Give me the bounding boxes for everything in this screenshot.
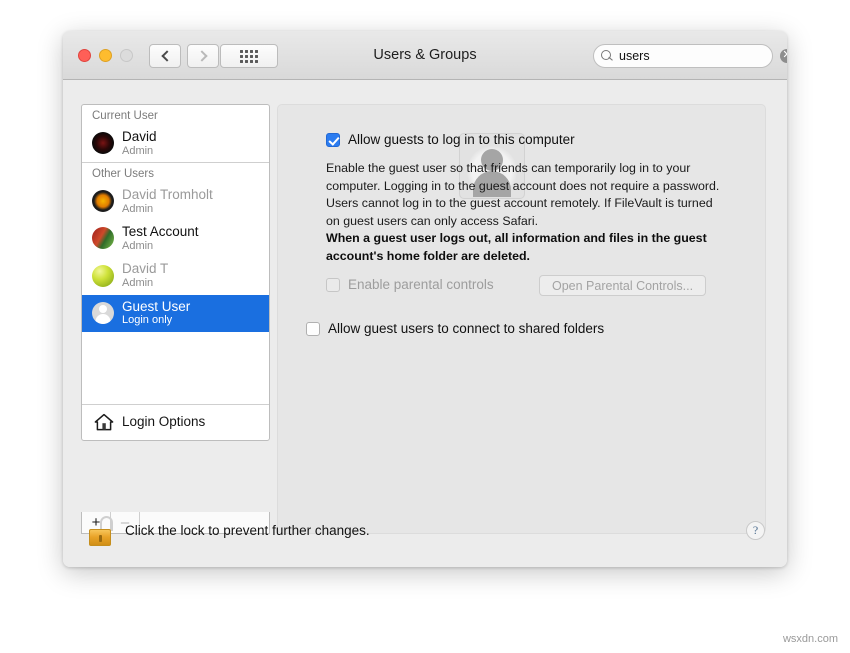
user-info: Test Account Admin: [122, 224, 199, 252]
search-field[interactable]: ✕: [593, 44, 787, 68]
enable-parental-controls-checkbox: [326, 278, 340, 292]
watermark: wsxdn.com: [782, 633, 838, 645]
sidebar-item-login-options[interactable]: Login Options: [82, 405, 269, 440]
guest-user-settings-pane: Allow guests to log in to this computer …: [277, 104, 766, 534]
other-users-header: Other Users: [92, 168, 154, 181]
green-ball-avatar: [92, 264, 114, 287]
list-item-current-user[interactable]: David Admin: [82, 125, 269, 162]
user-info: David Admin: [122, 129, 157, 157]
user-role: Admin: [122, 202, 154, 215]
parental-controls-checkbox-row: Enable parental controls: [326, 277, 494, 293]
user-info: David T Admin: [122, 261, 168, 289]
user-name: David: [122, 129, 157, 144]
lock-icon[interactable]: [89, 516, 113, 546]
user-name: Test Account: [122, 224, 199, 240]
user-name: David T: [122, 261, 169, 277]
lock-keyhole: [99, 535, 102, 542]
user-role: Admin: [122, 276, 154, 289]
user-role: Login only: [122, 314, 173, 327]
guest-silhouette-avatar: [92, 301, 114, 324]
home-icon: [94, 413, 114, 431]
list-empty-space: [82, 332, 269, 404]
allow-shared-folders-checkbox[interactable]: [306, 322, 320, 336]
list-item-david-t[interactable]: David T Admin: [82, 257, 269, 294]
enable-parental-controls-label: Enable parental controls: [348, 277, 494, 292]
window-titlebar: Users & Groups ✕: [63, 31, 787, 80]
clear-search-icon[interactable]: ✕: [780, 49, 787, 63]
dark-sphere-avatar: [92, 132, 114, 155]
sunflower-avatar: [92, 190, 114, 213]
lock-status-text: Click the lock to prevent further change…: [125, 523, 370, 538]
photo-avatar: [92, 227, 114, 250]
user-info: Guest User Login only: [122, 299, 190, 327]
guest-description-text: Enable the guest user so that friends ca…: [326, 161, 720, 228]
user-role: Admin: [122, 144, 154, 157]
allow-shared-folders-label: Allow guest users to connect to shared f…: [328, 321, 605, 336]
lock-body: [89, 529, 111, 546]
search-icon: [601, 50, 613, 62]
search-input[interactable]: [613, 49, 780, 63]
window-body: Current User David Admin Other Users Dav…: [63, 80, 787, 567]
current-user-header: Current User: [92, 110, 158, 122]
open-parental-controls-button: Open Parental Controls...: [539, 275, 707, 296]
allow-guests-checkbox-row[interactable]: Allow guests to log in to this computer: [326, 132, 575, 148]
shared-folders-checkbox-row[interactable]: Allow guest users to connect to shared f…: [306, 321, 604, 337]
list-item-david-tromholt[interactable]: David Tromholt Admin: [82, 183, 269, 220]
window-footer: Click the lock to prevent further change…: [63, 505, 787, 567]
help-button[interactable]: ?: [746, 521, 765, 540]
guest-warning-text: When a guest user logs out, all informat…: [326, 231, 707, 263]
user-name: David Tromholt: [122, 187, 213, 203]
login-options-label: Login Options: [122, 414, 206, 430]
allow-guests-checkbox[interactable]: [326, 133, 340, 147]
users-and-groups-window: Users & Groups ✕ Current User David Admi…: [63, 31, 787, 567]
screen: Users & Groups ✕ Current User David Admi…: [0, 0, 850, 653]
users-list: Current User David Admin Other Users Dav…: [81, 104, 270, 441]
allow-guests-label: Allow guests to log in to this computer: [348, 132, 575, 147]
list-item-guest-user[interactable]: Guest User Login only: [82, 294, 269, 332]
user-info: David Tromholt Admin: [122, 187, 213, 215]
user-name: Guest User: [122, 298, 191, 314]
user-role: Admin: [122, 239, 154, 252]
list-item-test-account[interactable]: Test Account Admin: [82, 220, 269, 257]
